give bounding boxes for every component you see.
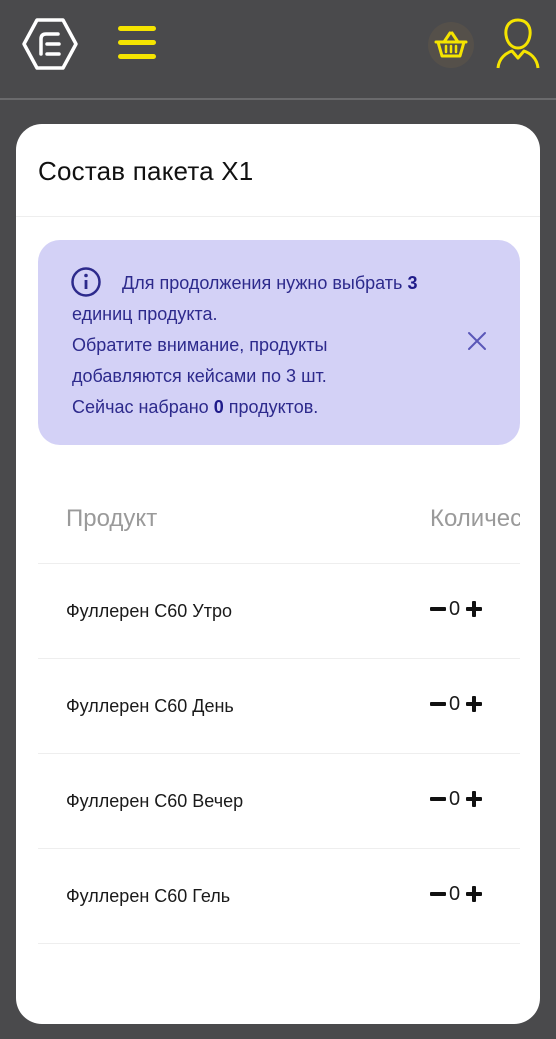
alert-line-2: единиц продукта. <box>72 304 218 324</box>
product-name: Фуллерен С60 Гель <box>66 886 231 906</box>
selected-count: 0 <box>213 397 224 417</box>
package-card: Состав пакета X1 Для продолжения нужно в… <box>16 124 540 1024</box>
table-row: Фуллерен С60 День 0 <box>38 659 520 754</box>
table-row: Фуллерен С60 Вечер 0 <box>38 754 520 849</box>
quantity-value: 0 <box>449 788 461 810</box>
alert-line-4: добавляются кейсами по 3 шт. <box>72 366 327 386</box>
table-row-partial <box>38 944 520 1039</box>
close-icon[interactable] <box>466 330 488 352</box>
quantity-value: 0 <box>449 598 461 620</box>
alert-message: Для продолжения нужно выбрать 3 единиц п… <box>72 268 472 423</box>
required-count: 3 <box>407 273 418 293</box>
quantity-stepper: 0 <box>430 786 490 814</box>
plus-icon[interactable] <box>466 696 482 712</box>
quantity-value: 0 <box>449 883 461 905</box>
table-row: Фуллерен С60 Утро 0 <box>38 564 520 659</box>
plus-icon[interactable] <box>466 791 482 807</box>
hamburger-menu-icon[interactable] <box>116 24 160 64</box>
basket-icon <box>434 31 468 58</box>
product-name: Фуллерен С60 Вечер <box>66 791 244 811</box>
info-alert: Для продолжения нужно выбрать 3 единиц п… <box>38 240 520 445</box>
hexagon-logo-icon[interactable] <box>22 16 78 72</box>
alert-line-1: Для продолжения нужно выбрать <box>122 273 408 293</box>
plus-icon[interactable] <box>466 601 482 617</box>
divider <box>16 216 540 217</box>
quantity-stepper: 0 <box>430 691 490 719</box>
minus-icon[interactable] <box>430 892 446 896</box>
quantity-stepper: 0 <box>430 881 490 909</box>
quantity-value: 0 <box>449 693 461 715</box>
basket-button[interactable] <box>428 22 474 68</box>
alert-line-5-prefix: Сейчас набрано <box>72 397 214 417</box>
table-header: Продукт Количество <box>38 469 520 564</box>
product-name: Фуллерен С60 День <box>66 696 234 716</box>
minus-icon[interactable] <box>430 797 446 801</box>
user-icon[interactable] <box>494 16 542 72</box>
page-title: Состав пакета X1 <box>38 156 254 186</box>
table-row: Фуллерен С60 Гель 0 <box>38 849 520 944</box>
column-header-quantity: Количество <box>430 505 520 532</box>
top-bar <box>0 0 556 100</box>
minus-icon[interactable] <box>430 607 446 611</box>
quantity-stepper: 0 <box>430 596 490 624</box>
alert-line-3: Обратите внимание, продукты <box>72 335 328 355</box>
alert-line-5-suffix: продуктов. <box>223 397 319 417</box>
minus-icon[interactable] <box>430 702 446 706</box>
product-name: Фуллерен С60 Утро <box>66 601 232 621</box>
plus-icon[interactable] <box>466 886 482 902</box>
column-header-product: Продукт <box>66 505 158 532</box>
